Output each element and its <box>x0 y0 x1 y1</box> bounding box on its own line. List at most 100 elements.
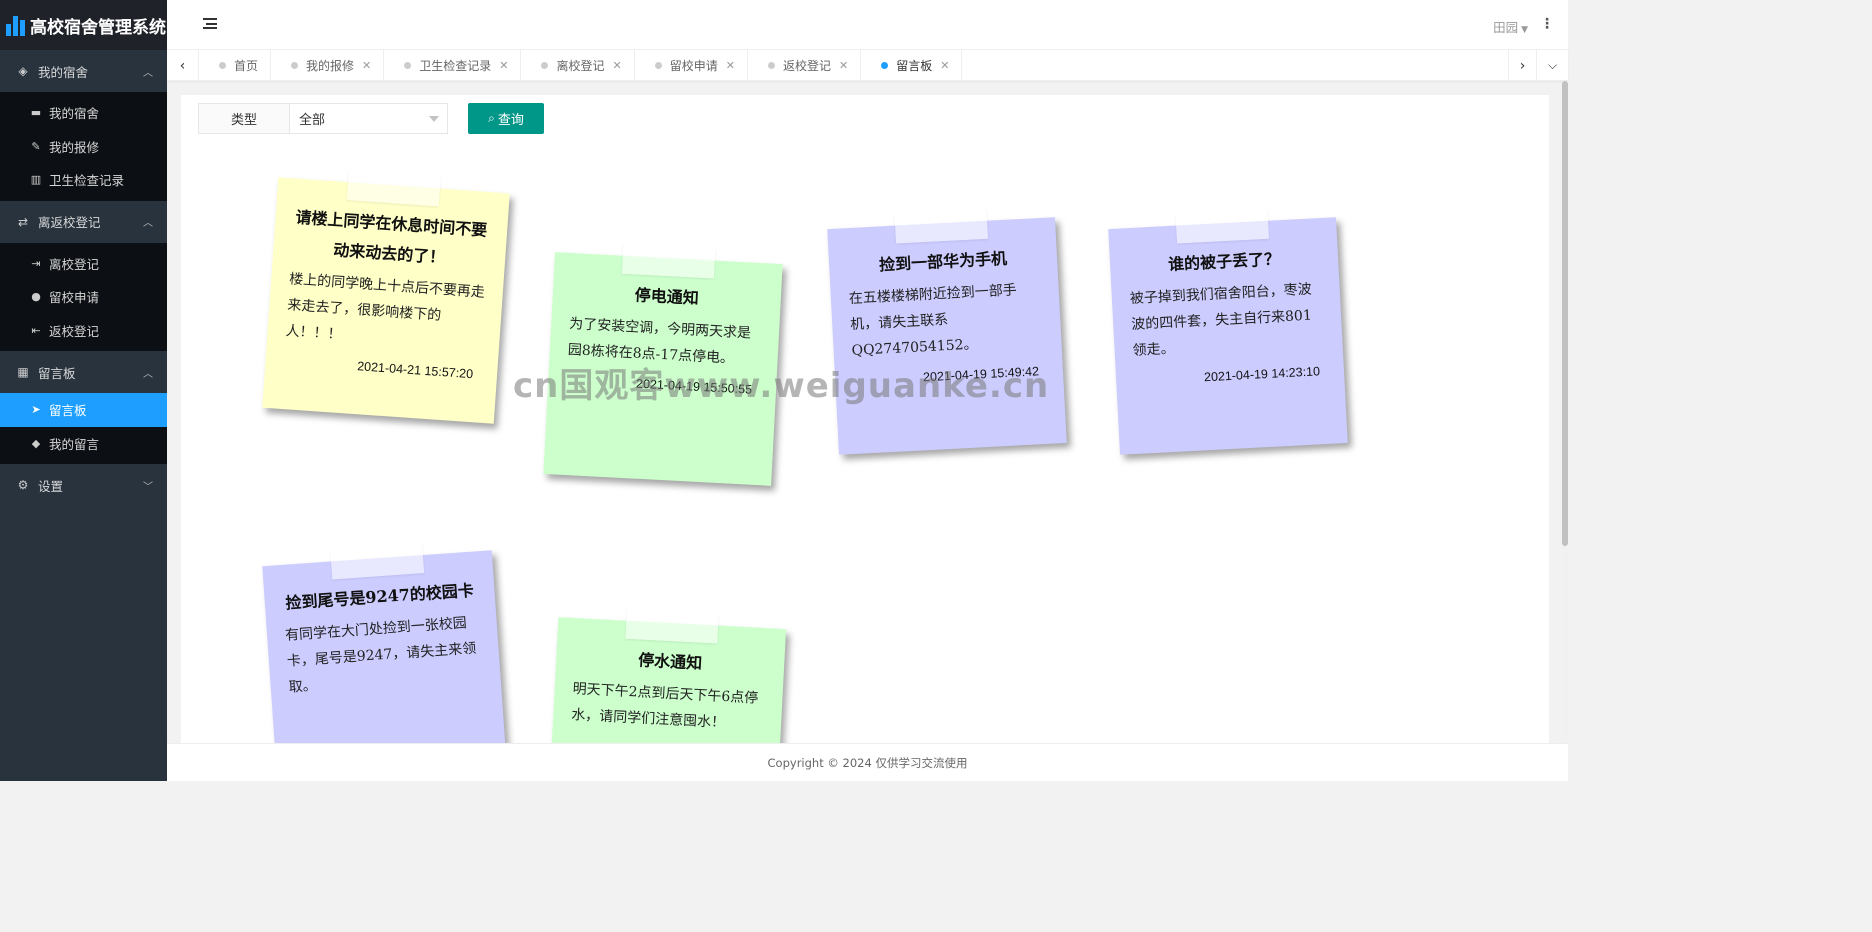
menu-fold-icon[interactable] <box>203 18 217 32</box>
note-tape <box>330 543 425 580</box>
tab-dot <box>219 62 226 69</box>
nav-group-header-message-board[interactable]: ▦ 留言板 ︿ <box>0 351 167 393</box>
note-card[interactable]: 捡到一部华为手机 在五楼楼梯附近捡到一部手机，请失主联系QQ2747054152… <box>827 208 1067 455</box>
close-icon[interactable]: ✕ <box>499 59 508 72</box>
tab-list: 首页 我的报修 ✕ 卫生检查记录 ✕ 离校登记 ✕ 留校申请 ✕ 返校登记 ✕ <box>199 50 963 81</box>
tab-return-register[interactable]: 返校登记 ✕ <box>748 50 862 81</box>
note-time <box>290 697 484 711</box>
tab-dropdown-icon[interactable]: ⌵ <box>1536 50 1568 81</box>
nav-group-header-leave-return[interactable]: ⇄ 离返校登记 ︿ <box>0 201 167 243</box>
nav-group-header-my-dorm[interactable]: ◈ 我的宿舍 ︿ <box>0 50 167 92</box>
exchange-icon: ⇄ <box>17 214 29 229</box>
type-label: 类型 <box>198 103 290 134</box>
tab-dot <box>291 62 299 69</box>
sidebar-item-label: 留言板 <box>49 403 87 419</box>
sidebar-item-label: 我的留言 <box>49 436 100 452</box>
tab-dot <box>404 62 412 69</box>
note-time: 2021-04-19 14:23:10 <box>1203 364 1321 385</box>
nav-group-my-dorm: ◈ 我的宿舍 ︿ ▬ 我的宿舍 ✎ 我的报修 ▥ 卫生检查记录 <box>0 50 167 201</box>
sidebar: 高校宿舍管理系统 ◈ 我的宿舍 ︿ ▬ 我的宿舍 ✎ 我的报修 ▥ 卫生检查记录 <box>0 0 167 781</box>
note-title: 请楼上同学在休息时间不要动来动去的了！ <box>294 207 488 267</box>
note-body: 在五楼楼梯附近捡到一部手机，请失主联系QQ2747054152。 <box>848 282 1018 359</box>
note-tape <box>625 608 719 644</box>
nav-group-label: 离返校登记 <box>38 215 101 230</box>
type-select-value: 全部 <box>299 113 326 128</box>
sidebar-item-return-register[interactable]: ⇤ 返校登记 <box>0 314 167 348</box>
building-icon <box>6 14 28 36</box>
sidebar-item-leave-register[interactable]: ⇥ 离校登记 <box>0 247 167 281</box>
note-card[interactable]: 谁的被子丢了？ 被子掉到我们宿舍阳台，枣波波的四件套，失主自行来801领走。 2… <box>1108 208 1348 455</box>
caret-down-icon: ▼ <box>1521 25 1528 35</box>
note-time: 2021-04-21 15:57:20 <box>356 359 474 382</box>
sidebar-item-hygiene-records[interactable]: ▥ 卫生检查记录 <box>0 163 167 197</box>
nav-group-leave-return: ⇄ 离返校登记 ︿ ⇥ 离校登记 ● 留校申请 ⇤ 返校登记 <box>0 201 167 351</box>
tab-scroll-left-icon[interactable]: ‹ <box>167 50 199 81</box>
note-title: 停水通知 <box>637 650 703 673</box>
scrollbar-thumb[interactable] <box>1562 81 1568 546</box>
gear-icon: ⚙ <box>17 478 29 492</box>
search-button-label: 查询 <box>497 113 524 128</box>
user-name: 田园 <box>1493 20 1519 35</box>
note-title: 捡到一部华为手机 <box>878 248 1008 275</box>
close-icon[interactable]: ✕ <box>613 59 622 72</box>
nav-group-header-settings[interactable]: ⚙ 设置 ﹀ <box>0 464 167 506</box>
type-select[interactable]: 全部 <box>290 103 448 134</box>
sidebar-item-my-messages[interactable]: ◆ 我的留言 <box>0 427 167 461</box>
nav-group-label: 我的宿舍 <box>38 64 89 80</box>
close-icon[interactable]: ✕ <box>726 59 735 72</box>
tab-label: 首页 <box>234 59 259 73</box>
tab-label: 我的报修 <box>306 59 355 73</box>
cube-icon: ◈ <box>18 64 28 78</box>
note-tape <box>621 243 716 279</box>
search-button[interactable]: ⌕ 查询 <box>468 103 544 134</box>
note-body: 有同学在大门处捡到一张校园卡，尾号是9247，请失主来领取。 <box>284 615 477 696</box>
sidebar-item-label: 卫生检查记录 <box>49 173 125 189</box>
close-icon[interactable]: ✕ <box>362 59 371 72</box>
note-card[interactable]: 捡到尾号是9247的校园卡 有同学在大门处捡到一张校园卡，尾号是9247，请失主… <box>262 543 508 755</box>
tab-dot <box>654 62 662 69</box>
tab-leave-register[interactable]: 离校登记 ✕ <box>521 50 635 81</box>
tab-label: 留校申请 <box>669 59 718 73</box>
note-card[interactable]: 停水通知 明天下午2点到后天下午6点停水，请同学们注意囤水！ <box>547 608 787 755</box>
globe-icon: ● <box>31 290 41 304</box>
sidebar-item-stay-apply[interactable]: ● 留校申请 <box>0 280 167 314</box>
nav-group-label: 留言板 <box>38 365 76 381</box>
note-card[interactable]: 请楼上同学在休息时间不要动来动去的了！ 楼上的同学晚上十点后不要再走来走去了，很… <box>262 170 510 424</box>
send-icon: ➤ <box>31 403 41 417</box>
nav-submenu: ▬ 我的宿舍 ✎ 我的报修 ▥ 卫生检查记录 <box>0 92 167 201</box>
sidebar-item-my-repair[interactable]: ✎ 我的报修 <box>0 130 167 164</box>
chevron-down-icon: ﹀ <box>143 481 153 493</box>
close-icon[interactable]: ✕ <box>839 59 848 72</box>
copyright-text: Copyright © 2024 仅供学习交流使用 <box>767 755 968 770</box>
chevron-up-icon: ︿ <box>143 368 153 380</box>
sidebar-item-message-board[interactable]: ➤ 留言板 <box>0 393 167 427</box>
note-body: 为了安装空调，今明两天求是园8栋将在8点-17点停电。 <box>567 316 752 367</box>
tab-hygiene-records[interactable]: 卫生检查记录 ✕ <box>384 50 522 81</box>
sidebar-item-my-dorm[interactable]: ▬ 我的宿舍 <box>0 96 167 130</box>
app-logo[interactable]: 高校宿舍管理系统 <box>0 0 167 50</box>
close-icon[interactable]: ✕ <box>940 59 949 72</box>
tab-stay-apply[interactable]: 留校申请 ✕ <box>635 50 748 81</box>
sidebar-item-label: 留校申请 <box>49 290 100 306</box>
note-title: 谁的被子丢了？ <box>1167 249 1281 275</box>
caret-down-icon <box>429 116 439 122</box>
note-time: 2021-04-19 15:49:42 <box>922 364 1040 385</box>
note-title: 停电通知 <box>634 285 700 308</box>
tab-label: 返校登记 <box>782 59 831 73</box>
tab-dot <box>881 62 889 69</box>
tab-home[interactable]: 首页 <box>199 50 272 81</box>
note-tape <box>346 170 441 207</box>
footer: Copyright © 2024 仅供学习交流使用 <box>167 743 1568 781</box>
tab-message-board[interactable]: 留言板 ✕ <box>861 50 963 81</box>
user-menu[interactable]: 田园 ▼ <box>1493 17 1528 36</box>
note-body: 楼上的同学晚上十点后不要再走来走去了，很影响楼下的人！！！ <box>285 271 486 343</box>
more-vertical-icon[interactable]: ⋮ <box>1540 16 1554 32</box>
scrollbar[interactable] <box>1562 81 1568 743</box>
nav-submenu: ⇥ 离校登记 ● 留校申请 ⇤ 返校登记 <box>0 242 167 351</box>
top-header: 田园 ▼ ⋮ <box>167 0 1568 50</box>
chevron-up-icon: ︿ <box>143 218 153 229</box>
tab-scroll-right-icon[interactable]: › <box>1508 50 1536 81</box>
tab-my-repair[interactable]: 我的报修 ✕ <box>271 50 385 81</box>
note-card[interactable]: 停电通知 为了安装空调，今明两天求是园8栋将在8点-17点停电。 2021-04… <box>543 243 783 486</box>
note-body: 明天下午2点到后天下午6点停水，请同学们注意囤水！ <box>570 681 759 732</box>
